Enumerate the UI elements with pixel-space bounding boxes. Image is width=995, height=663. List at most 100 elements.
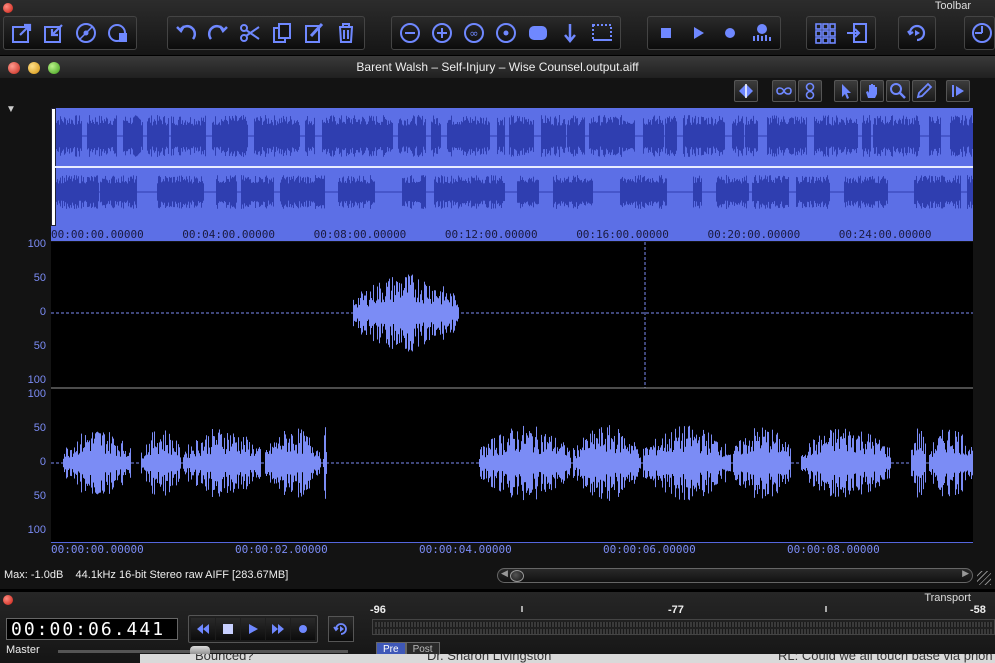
paste-button[interactable] bbox=[298, 18, 330, 48]
hand-tool-button[interactable] bbox=[860, 80, 884, 102]
scroll-right-icon[interactable]: ▶ bbox=[962, 568, 969, 579]
resize-grip-icon[interactable] bbox=[977, 571, 991, 585]
amplitude-scale-label: 0 bbox=[39, 306, 46, 318]
zoom-in-icon bbox=[432, 23, 452, 43]
amplitude-scale-label: 50 bbox=[33, 340, 46, 352]
loop-toolbar-group bbox=[898, 16, 936, 50]
background-text: RL: Could we all touch base via phon bbox=[778, 654, 993, 663]
master-label: Master bbox=[6, 644, 40, 656]
scroll-left-icon[interactable]: ◀ bbox=[501, 568, 508, 579]
pointer-tool-button[interactable] bbox=[834, 80, 858, 102]
cd-settings-button[interactable] bbox=[102, 18, 134, 48]
play-button[interactable] bbox=[682, 18, 714, 48]
undo-button[interactable] bbox=[170, 18, 202, 48]
transport-toolbar-group bbox=[647, 16, 781, 50]
amplitude-scale-label: 50 bbox=[33, 272, 46, 284]
insertion-point-button[interactable] bbox=[554, 18, 586, 48]
record-button[interactable] bbox=[714, 18, 746, 48]
transport-record-button[interactable] bbox=[291, 618, 315, 640]
grid-button[interactable] bbox=[809, 18, 841, 48]
marker-diamond-button[interactable] bbox=[734, 80, 758, 102]
loop-playback-button[interactable] bbox=[901, 18, 933, 48]
fast-forward-icon bbox=[272, 624, 284, 634]
waveform-graphic bbox=[51, 242, 973, 501]
edit-toolbar-group bbox=[167, 16, 365, 50]
trash-icon bbox=[339, 23, 353, 43]
zoom-out-button[interactable] bbox=[394, 18, 426, 48]
zoom-all-icon: ∞ bbox=[464, 23, 484, 43]
export-button[interactable] bbox=[6, 18, 38, 48]
fast-forward-button[interactable] bbox=[266, 618, 290, 640]
clock-button[interactable] bbox=[967, 18, 992, 48]
marker-diamond-icon bbox=[739, 84, 753, 98]
loop-vertical-button[interactable] bbox=[798, 80, 822, 102]
zoom-selection-button[interactable] bbox=[490, 18, 522, 48]
editor-loop-tools bbox=[772, 80, 822, 104]
zoom-tool-button[interactable] bbox=[886, 80, 910, 102]
meter-button[interactable] bbox=[746, 18, 778, 48]
loop-icon bbox=[333, 623, 347, 635]
meter-tick bbox=[521, 606, 523, 612]
cut-button[interactable] bbox=[234, 18, 266, 48]
copy-icon bbox=[273, 23, 291, 43]
time-display[interactable]: 00:00:06.441 bbox=[6, 618, 178, 640]
status-bar: Max: -1.0dB 44.1kHz 16-bit Stereo raw AI… bbox=[4, 569, 288, 581]
zoom-in-button[interactable] bbox=[426, 18, 458, 48]
collapse-triangle-icon[interactable]: ▼ bbox=[6, 104, 16, 115]
export-icon bbox=[12, 23, 32, 43]
close-toolbar-button[interactable] bbox=[3, 3, 13, 13]
undo-icon bbox=[176, 24, 197, 40]
import-file-icon bbox=[847, 23, 867, 43]
copy-button[interactable] bbox=[266, 18, 298, 48]
rewind-button[interactable] bbox=[191, 618, 215, 640]
transport-play-button[interactable] bbox=[241, 618, 265, 640]
zoom-all-button[interactable]: ∞ bbox=[458, 18, 490, 48]
import-button[interactable] bbox=[38, 18, 70, 48]
import-icon bbox=[44, 24, 63, 43]
horizontal-scrollbar[interactable]: ◀ ▶ bbox=[497, 568, 973, 583]
main-timeline: 00:00:00.00000 00:00:02.00000 00:00:04.000… bbox=[51, 542, 973, 556]
meter-label-high: -58 bbox=[970, 604, 986, 616]
overview-tick-label: 00:16:00.00000 bbox=[576, 228, 669, 241]
view-toolbar-group bbox=[806, 16, 876, 50]
meter-tick bbox=[825, 606, 827, 612]
max-level-text: Max: -1.0dB bbox=[4, 569, 64, 581]
stop-button[interactable] bbox=[650, 18, 682, 48]
transport-loop-button[interactable] bbox=[328, 616, 354, 642]
timeline-tick-label: 00:00:06.00000 bbox=[603, 543, 696, 556]
infinite-icon bbox=[776, 87, 792, 95]
loop-toggle-button[interactable] bbox=[772, 80, 796, 102]
arrow-down-icon bbox=[564, 24, 576, 43]
overview-tick-label: 00:20:00.00000 bbox=[707, 228, 801, 241]
marker-button[interactable] bbox=[586, 18, 618, 48]
waveform-view[interactable] bbox=[51, 242, 973, 542]
transport-stop-button[interactable] bbox=[216, 618, 240, 640]
amplitude-scale-label: 100 bbox=[27, 388, 46, 400]
meter-label-low: -96 bbox=[370, 604, 386, 616]
play-selection-button[interactable] bbox=[946, 80, 970, 102]
delete-button[interactable] bbox=[330, 18, 362, 48]
import-file-button[interactable] bbox=[841, 18, 873, 48]
overview-tick-label: 00:00:00.00000 bbox=[51, 228, 144, 241]
pencil-tool-button[interactable] bbox=[912, 80, 936, 102]
zoom-selection-icon bbox=[496, 23, 516, 43]
file-toolbar-group bbox=[3, 16, 137, 50]
burn-cd-button[interactable] bbox=[70, 18, 102, 48]
fit-button[interactable] bbox=[522, 18, 554, 48]
clock-icon bbox=[971, 23, 992, 43]
toolbar: Toolbar ∞ bbox=[0, 0, 995, 56]
overview-tick-label: 00:04:00.00000 bbox=[182, 228, 276, 241]
close-transport-button[interactable] bbox=[3, 595, 13, 605]
time-toolbar-group bbox=[964, 16, 995, 50]
format-text: 44.1kHz 16-bit Stereo raw AIFF [283.67MB… bbox=[75, 569, 289, 581]
scroll-thumb[interactable] bbox=[510, 570, 524, 582]
figure-eight-icon bbox=[805, 82, 815, 100]
master-volume-slider[interactable] bbox=[58, 646, 348, 657]
overview-waveform[interactable] bbox=[51, 108, 973, 241]
timeline-tick-label: 00:00:00.00000 bbox=[51, 543, 144, 556]
redo-button[interactable] bbox=[202, 18, 234, 48]
meter-scale: -96 -77 -58 bbox=[370, 604, 995, 618]
meter-right-channel bbox=[375, 629, 992, 634]
overview-tick-label: 00:12:00.00000 bbox=[444, 228, 538, 241]
svg-text:∞: ∞ bbox=[469, 27, 478, 40]
